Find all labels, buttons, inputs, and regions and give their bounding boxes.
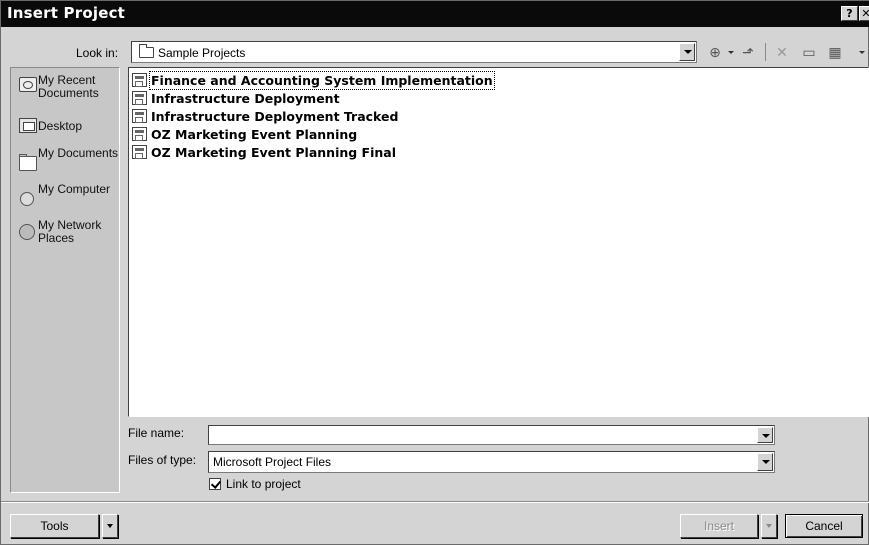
back-icon[interactable]: ⊕: [704, 41, 726, 63]
link-to-project-label: Link to project: [226, 477, 301, 491]
look-in-dropdown-arrow[interactable]: [679, 43, 695, 61]
place-my-computer[interactable]: My Computer: [15, 183, 119, 213]
dialog-title: Insert Project: [7, 4, 126, 22]
file-name: Finance and Accounting System Implementa…: [149, 71, 495, 90]
views-menu-arrow-icon[interactable]: [859, 51, 865, 54]
title-bar: Insert Project ? ✕: [1, 1, 869, 27]
divider: [1, 501, 869, 503]
project-file-icon: [132, 127, 147, 141]
place-my-network-places[interactable]: My Network Places: [15, 219, 119, 249]
place-label: My Network Places: [38, 218, 102, 245]
file-name-input[interactable]: [208, 425, 775, 445]
project-file-icon: [132, 109, 147, 123]
new-folder-icon[interactable]: ▭: [798, 41, 820, 63]
insert-menu-button[interactable]: [761, 514, 777, 538]
look-in-dropdown[interactable]: Sample Projects: [131, 41, 697, 63]
look-in-label: Look in:: [76, 46, 119, 60]
files-of-type-dropdown[interactable]: Microsoft Project Files: [208, 451, 775, 473]
files-of-type-dropdown-arrow[interactable]: [757, 453, 773, 471]
link-to-project-checkbox[interactable]: [209, 478, 221, 490]
file-name: OZ Marketing Event Planning: [151, 127, 358, 142]
cancel-button[interactable]: Cancel: [785, 514, 863, 538]
chevron-down-icon: [107, 524, 113, 528]
file-list[interactable]: Finance and Accounting System Implementa…: [128, 67, 869, 417]
file-name-label: File name:: [128, 426, 185, 440]
project-file-icon: [132, 73, 147, 87]
tools-button[interactable]: Tools: [10, 514, 99, 538]
help-button[interactable]: ?: [841, 6, 858, 21]
insert-button[interactable]: Insert: [680, 514, 758, 538]
place-my-documents[interactable]: My Documents: [15, 147, 119, 177]
back-history-arrow-icon[interactable]: [728, 51, 734, 54]
place-label: My Computer: [38, 182, 111, 196]
toolbar-separator: [765, 43, 766, 61]
my-network-places-icon: [19, 224, 35, 240]
tools-menu-button[interactable]: [102, 514, 118, 538]
place-label: Desktop: [38, 119, 83, 133]
place-label: My Documents: [38, 146, 119, 160]
recent-documents-icon: [19, 77, 37, 92]
chevron-down-icon: [766, 524, 772, 528]
up-folder-icon[interactable]: ⬏: [737, 41, 759, 63]
my-computer-icon: [20, 192, 34, 206]
places-bar: My Recent Documents Desktop My Documents…: [10, 67, 120, 493]
folder-icon: [139, 44, 154, 58]
project-file-icon: [132, 145, 147, 159]
place-label: My Recent Documents: [38, 73, 99, 100]
desktop-icon: [19, 118, 37, 133]
place-my-recent-documents[interactable]: My Recent Documents: [15, 74, 119, 104]
close-button[interactable]: ✕: [859, 6, 869, 21]
views-icon[interactable]: ▦: [824, 41, 846, 63]
files-of-type-label: Files of type:: [128, 453, 197, 467]
file-name: OZ Marketing Event Planning Final: [151, 145, 396, 160]
file-name: Infrastructure Deployment: [151, 91, 340, 106]
file-name-dropdown-arrow[interactable]: [757, 427, 773, 443]
place-desktop[interactable]: Desktop: [15, 118, 119, 138]
delete-icon[interactable]: ✕: [771, 41, 793, 63]
files-of-type-value: Microsoft Project Files: [213, 455, 332, 469]
look-in-value: Sample Projects: [158, 46, 246, 60]
project-file-icon: [132, 91, 147, 105]
insert-project-dialog: Insert Project ? ✕ Look in: Sample Proje…: [0, 0, 869, 545]
my-documents-icon: [19, 154, 37, 171]
file-name: Infrastructure Deployment Tracked: [151, 109, 399, 124]
